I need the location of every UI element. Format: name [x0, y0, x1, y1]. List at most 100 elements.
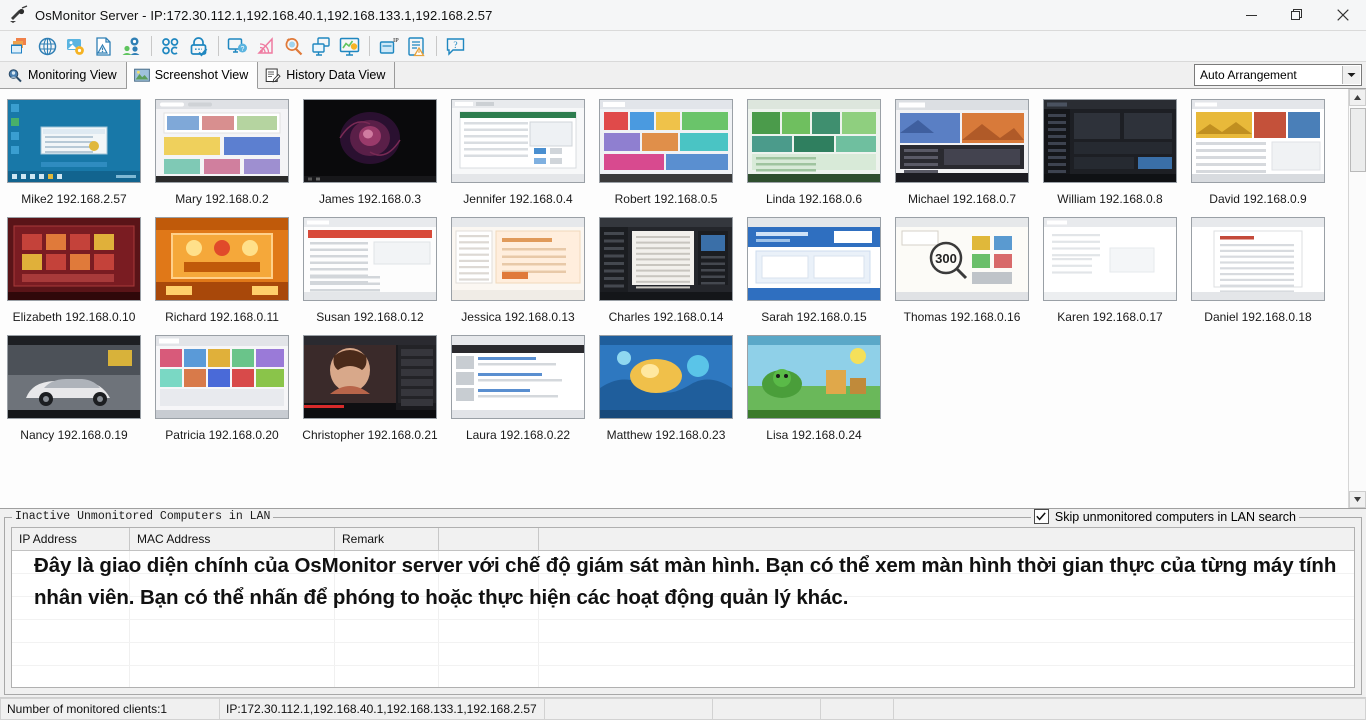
- checkbox-box[interactable]: [1033, 509, 1049, 524]
- table-column-header[interactable]: IP Address: [12, 528, 130, 550]
- client-thumbnail-cell[interactable]: David 192.168.0.9: [1184, 99, 1332, 206]
- monitor-chart-icon[interactable]: [336, 33, 362, 59]
- client-thumbnail-cell[interactable]: Richard 192.168.0.11: [148, 217, 296, 324]
- client-thumbnail-cell[interactable]: Daniel 192.168.0.18: [1184, 217, 1332, 324]
- picture-icon: [133, 68, 150, 83]
- windows-cascade-icon[interactable]: [6, 33, 32, 59]
- client-thumbnail-cell[interactable]: Lisa 192.168.0.24: [740, 335, 888, 442]
- maximize-button[interactable]: [1274, 0, 1320, 30]
- client-thumbnail-cell[interactable]: William 192.168.0.8: [1036, 99, 1184, 206]
- client-thumbnail-cell[interactable]: Patricia 192.168.0.20: [148, 335, 296, 442]
- client-screenshot-thumbnail[interactable]: [1191, 217, 1325, 301]
- client-screenshot-thumbnail[interactable]: [747, 335, 881, 419]
- client-thumbnail-grid: Mike2 192.168.2.57 Mary 192.168.0.2 Jame…: [0, 99, 1348, 453]
- table-cell: [439, 666, 539, 687]
- client-screenshot-thumbnail[interactable]: [303, 217, 437, 301]
- toolbar-separator: [218, 36, 219, 56]
- table-column-header[interactable]: Remark: [335, 528, 439, 550]
- client-screenshot-thumbnail[interactable]: [1043, 99, 1177, 183]
- client-screenshot-thumbnail[interactable]: 300: [895, 217, 1029, 301]
- ip-config-icon[interactable]: IP: [375, 33, 401, 59]
- table-cell: [439, 620, 539, 642]
- close-button[interactable]: [1320, 0, 1366, 30]
- skip-unmonitored-checkbox[interactable]: Skip unmonitored computers in LAN search: [1030, 509, 1299, 524]
- client-caption: Daniel 192.168.0.18: [1204, 310, 1312, 324]
- users-gear-icon[interactable]: [118, 33, 144, 59]
- client-screenshot-thumbnail[interactable]: [747, 99, 881, 183]
- table-cell: [335, 643, 439, 665]
- grid-assets-icon[interactable]: [157, 33, 183, 59]
- tab-label: Monitoring View: [28, 68, 117, 82]
- vertical-scrollbar[interactable]: [1348, 89, 1366, 508]
- client-thumbnail-cell[interactable]: Laura 192.168.0.22: [444, 335, 592, 442]
- minimize-button[interactable]: [1228, 0, 1274, 30]
- chevron-down-icon[interactable]: [1342, 66, 1360, 84]
- client-screenshot-thumbnail[interactable]: [155, 335, 289, 419]
- client-screenshot-thumbnail[interactable]: [451, 99, 585, 183]
- scrollbar-thumb[interactable]: [1350, 108, 1366, 172]
- table-row[interactable]: [12, 643, 1354, 666]
- client-thumbnail-cell[interactable]: Sarah 192.168.0.15: [740, 217, 888, 324]
- client-screenshot-thumbnail[interactable]: [1043, 217, 1177, 301]
- client-thumbnail-cell[interactable]: Mike2 192.168.2.57: [0, 99, 148, 206]
- client-thumbnail-cell[interactable]: Michael 192.168.0.7: [888, 99, 1036, 206]
- client-caption: Susan 192.168.0.12: [316, 310, 424, 324]
- table-row[interactable]: [12, 620, 1354, 643]
- client-screenshot-thumbnail[interactable]: [599, 217, 733, 301]
- client-thumbnail-cell[interactable]: Elizabeth 192.168.0.10: [0, 217, 148, 324]
- client-thumbnail-cell[interactable]: Linda 192.168.0.6: [740, 99, 888, 206]
- client-caption: Mary 192.168.0.2: [175, 192, 269, 206]
- client-thumbnail-cell[interactable]: Robert 192.168.0.5: [592, 99, 740, 206]
- report-alert-icon[interactable]: [403, 33, 429, 59]
- table-cell: [130, 643, 335, 665]
- client-screenshot-thumbnail[interactable]: [895, 99, 1029, 183]
- client-screenshot-thumbnail[interactable]: [1191, 99, 1325, 183]
- globe-icon[interactable]: [34, 33, 60, 59]
- document-alert-icon[interactable]: [90, 33, 116, 59]
- client-thumbnail-cell[interactable]: Mary 192.168.0.2: [148, 99, 296, 206]
- client-thumbnail-cell[interactable]: Jessica 192.168.0.13: [444, 217, 592, 324]
- scrollbar-track[interactable]: [1349, 106, 1366, 491]
- lock-check-icon[interactable]: [185, 33, 211, 59]
- tab-screenshot-view[interactable]: Screenshot View: [126, 62, 259, 89]
- client-screenshot-thumbnail[interactable]: [303, 335, 437, 419]
- table-column-header[interactable]: MAC Address: [130, 528, 335, 550]
- client-screenshot-thumbnail[interactable]: [7, 335, 141, 419]
- client-caption: Sarah 192.168.0.15: [761, 310, 867, 324]
- client-screenshot-thumbnail[interactable]: [7, 99, 141, 183]
- client-thumbnail-cell[interactable]: Matthew 192.168.0.23: [592, 335, 740, 442]
- network-computers-icon[interactable]: [308, 33, 334, 59]
- client-thumbnail-cell[interactable]: Charles 192.168.0.14: [592, 217, 740, 324]
- client-screenshot-thumbnail[interactable]: [599, 335, 733, 419]
- client-screenshot-thumbnail[interactable]: [155, 217, 289, 301]
- client-thumbnail-cell[interactable]: Nancy 192.168.0.19: [0, 335, 148, 442]
- tab-history-data-view[interactable]: History Data View: [258, 62, 396, 88]
- client-screenshot-thumbnail[interactable]: [599, 99, 733, 183]
- client-thumbnail-cell[interactable]: Karen 192.168.0.17: [1036, 217, 1184, 324]
- table-row[interactable]: [12, 666, 1354, 687]
- image-settings-icon[interactable]: [62, 33, 88, 59]
- scroll-up-button[interactable]: [1349, 89, 1366, 106]
- client-screenshot-thumbnail[interactable]: [451, 217, 585, 301]
- scroll-down-button[interactable]: [1349, 491, 1366, 508]
- search-refresh-icon[interactable]: [280, 33, 306, 59]
- remote-desktop-icon[interactable]: ?: [224, 33, 250, 59]
- client-thumbnail-cell[interactable]: Jennifer 192.168.0.4: [444, 99, 592, 206]
- client-thumbnail-cell[interactable]: 300 Thomas 192.168.0.16: [888, 217, 1036, 324]
- client-screenshot-thumbnail[interactable]: [451, 335, 585, 419]
- client-thumbnail-cell[interactable]: Susan 192.168.0.12: [296, 217, 444, 324]
- notepad-pencil-icon: [265, 68, 281, 83]
- client-screenshot-thumbnail[interactable]: [747, 217, 881, 301]
- client-screenshot-thumbnail[interactable]: [7, 217, 141, 301]
- svg-text:?: ?: [453, 41, 457, 51]
- help-icon[interactable]: ?: [442, 33, 468, 59]
- arrangement-dropdown[interactable]: Auto Arrangement: [1194, 64, 1362, 86]
- broadcast-icon[interactable]: [252, 33, 278, 59]
- client-screenshot-thumbnail[interactable]: [155, 99, 289, 183]
- client-thumbnail-cell[interactable]: James 192.168.0.3: [296, 99, 444, 206]
- client-screenshot-thumbnail[interactable]: [303, 99, 437, 183]
- client-thumbnail-cell[interactable]: Christopher 192.168.0.21: [296, 335, 444, 442]
- view-tabs: Monitoring View Screenshot View History …: [0, 62, 1366, 89]
- table-column-header[interactable]: [439, 528, 539, 550]
- tab-monitoring-view[interactable]: Monitoring View: [0, 62, 127, 88]
